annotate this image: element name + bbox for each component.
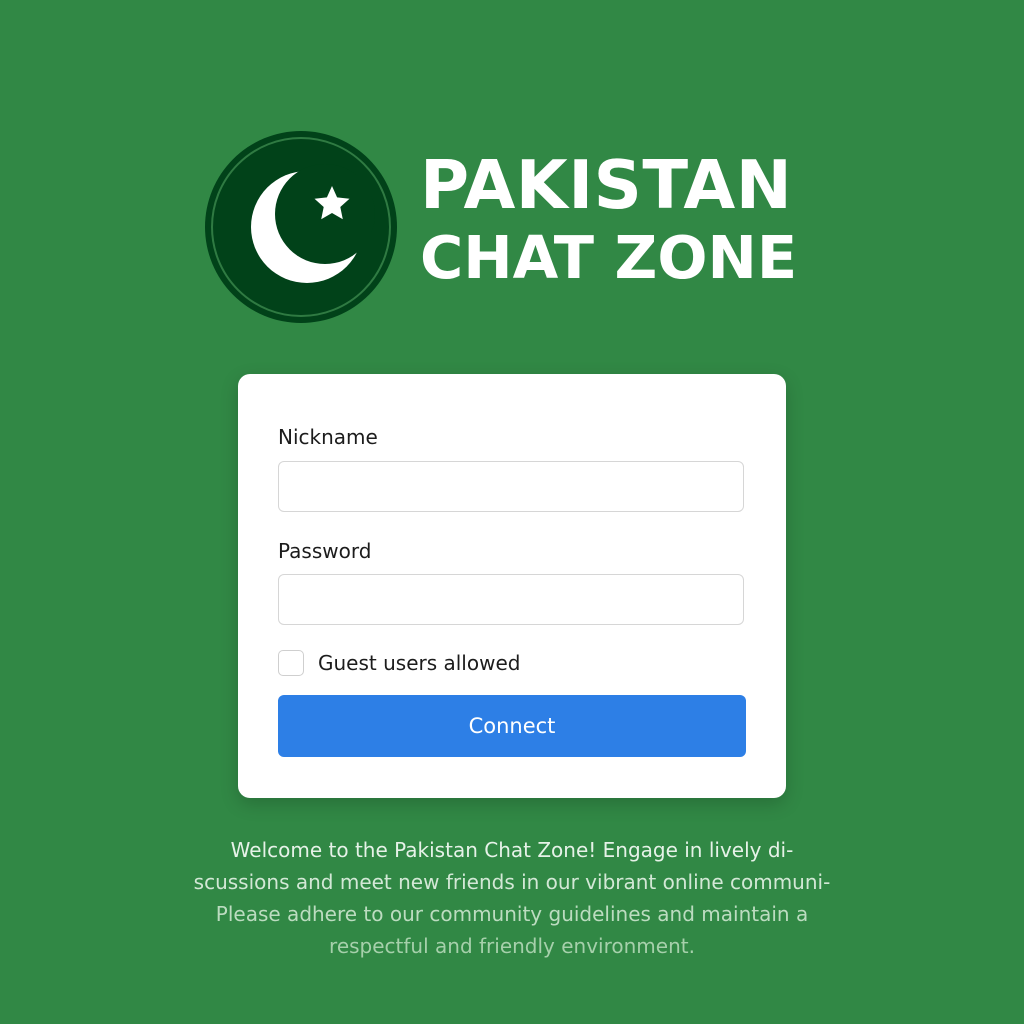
password-input[interactable]	[278, 574, 744, 625]
welcome-message: Welcome to the Pakistan Chat Zone! Engag…	[180, 834, 844, 962]
welcome-line-2: scussions and meet new friends in our vi…	[193, 870, 831, 894]
brand-title: PAKISTAN CHAT ZONE	[420, 146, 798, 292]
guest-checkbox-label: Guest users allowed	[318, 651, 521, 675]
logo	[204, 130, 398, 324]
welcome-line-3: Please adhere to our community guideline…	[215, 902, 809, 926]
brand-title-line2: CHAT ZONE	[420, 223, 798, 292]
welcome-line-1: Welcome to the Pakistan Chat Zone! Engag…	[230, 838, 794, 862]
connect-button[interactable]: Connect	[278, 695, 746, 757]
login-card: Nickname Password Guest users allowed Co…	[238, 374, 786, 798]
brand-title-line1: PAKISTAN	[420, 146, 793, 224]
welcome-line-4: respectful and friendly environment.	[329, 934, 695, 958]
nickname-label: Nickname	[278, 425, 378, 449]
nickname-input[interactable]	[278, 461, 744, 512]
crescent-star-icon	[205, 131, 397, 323]
password-label: Password	[278, 539, 372, 563]
guest-option[interactable]: Guest users allowed	[278, 649, 520, 677]
guest-checkbox[interactable]	[278, 650, 304, 676]
